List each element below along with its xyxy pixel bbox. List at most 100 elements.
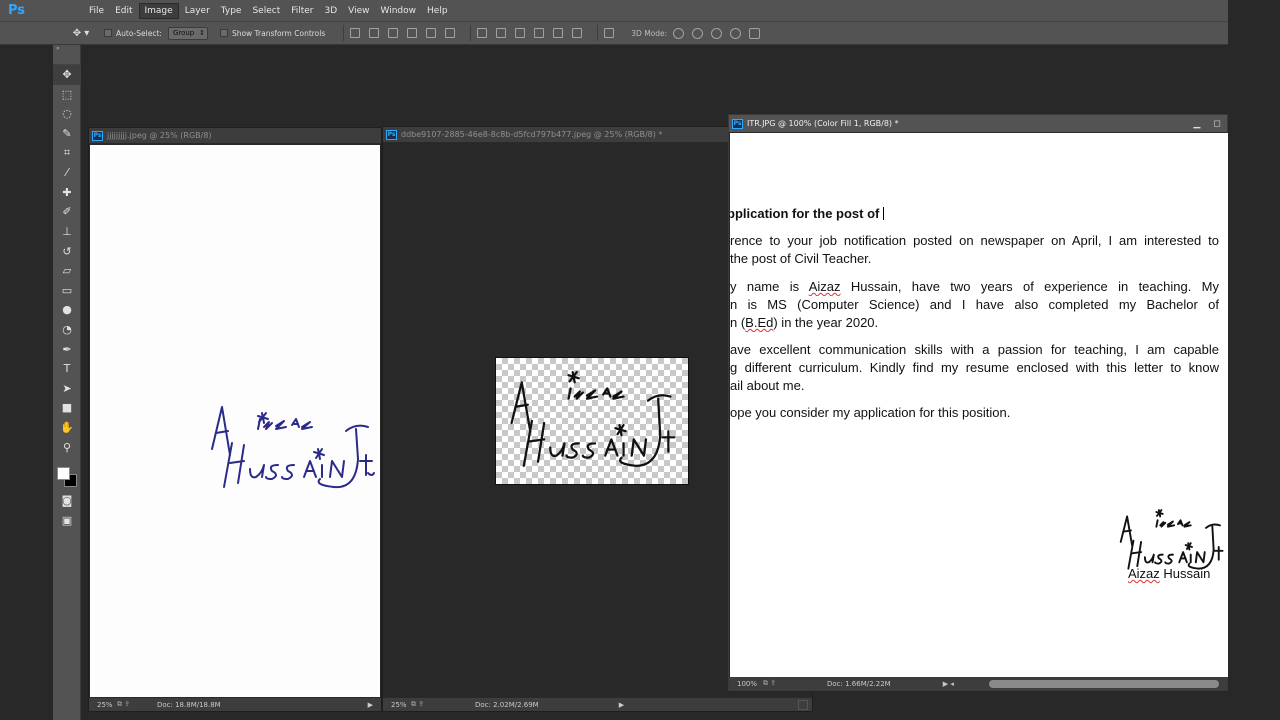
misspelled-word: Aizaz	[808, 279, 841, 294]
horizontal-scrollbar[interactable]	[989, 680, 1219, 688]
maximize-icon[interactable]: ◻	[1207, 117, 1227, 131]
hand-tool-icon[interactable]: ✋	[53, 418, 81, 438]
paragraph-4: ope you consider my application for this…	[730, 404, 1219, 422]
move-tool-preset-icon[interactable]: ✥ ▾	[66, 25, 96, 41]
menu-layer[interactable]: Layer	[180, 4, 215, 18]
status-menu-arrow-icon[interactable]: ▶	[368, 701, 373, 709]
eraser-tool-icon[interactable]: ▱	[53, 261, 81, 281]
distribute-right-icon[interactable]	[572, 28, 583, 38]
status-menu-arrow-icon[interactable]: ▶ ◂	[943, 680, 954, 688]
menu-help[interactable]: Help	[422, 4, 453, 18]
scroll-corner	[798, 699, 808, 710]
menu-window[interactable]: Window	[376, 4, 422, 18]
document-window-1[interactable]: Ps jjjjjjjjj.jpeg @ 25% (RGB/8) 25% ⧉ ⇪ …	[88, 127, 382, 712]
distribute-left-icon[interactable]	[534, 28, 545, 38]
window-controls: ▁ ◻	[1187, 117, 1227, 131]
document-tab-1[interactable]: Ps jjjjjjjjj.jpeg @ 25% (RGB/8)	[89, 128, 381, 144]
text-run: ) in the year 2020.	[773, 315, 879, 330]
quick-select-tool-icon[interactable]: ✎	[53, 124, 81, 144]
auto-select-dropdown[interactable]: Group ⇕	[167, 26, 208, 40]
menu-3d[interactable]: 3D	[320, 4, 343, 18]
blur-tool-icon[interactable]: ●	[53, 300, 81, 320]
zoom-level[interactable]: 100%	[729, 680, 757, 688]
menu-filter[interactable]: Filter	[286, 4, 318, 18]
options-bar: ✥ ▾ Auto-Select: Group ⇕ Show Transform C…	[0, 21, 1228, 45]
dodge-tool-icon[interactable]: ◔	[53, 320, 81, 340]
healing-brush-tool-icon[interactable]: ✚	[53, 183, 81, 203]
crop-tool-icon[interactable]: ⌗	[53, 143, 81, 163]
zoom-tool-icon[interactable]: ⚲	[53, 437, 81, 457]
pen-tool-icon[interactable]: ✒	[53, 339, 81, 359]
status-icons[interactable]: ⧉ ⇪	[763, 679, 787, 688]
status-bar: 100% ⧉ ⇪ Doc: 1.66M/2.22M ▶ ◂	[729, 676, 1227, 690]
document-tab-3[interactable]: Ps ITR.JPG @ 100% (Color Fill 1, RGB/8) …	[729, 115, 1227, 133]
brush-tool-icon[interactable]: ✐	[53, 202, 81, 222]
align-top-icon[interactable]	[350, 28, 361, 38]
text-cursor	[883, 207, 885, 220]
color-swatches[interactable]	[53, 457, 80, 491]
distribute-bottom-icon[interactable]	[515, 28, 526, 38]
right-panel-area	[1228, 0, 1280, 720]
auto-align-icon[interactable]	[604, 28, 615, 38]
menu-image[interactable]: Image	[138, 2, 179, 19]
divider	[343, 25, 345, 41]
transparent-canvas[interactable]	[495, 357, 689, 485]
quick-mask-icon[interactable]: ◙	[53, 491, 81, 511]
ps-file-icon: Ps	[732, 118, 743, 129]
doc-size: Doc: 2.02M/2.69M	[475, 700, 539, 709]
distribute-top-icon[interactable]	[477, 28, 488, 38]
status-menu-arrow-icon[interactable]: ▶	[619, 701, 624, 709]
history-brush-tool-icon[interactable]: ↺	[53, 241, 81, 261]
divider	[470, 25, 472, 41]
text-run: n (	[730, 315, 746, 330]
screen-mode-icon[interactable]: ▣	[53, 510, 81, 530]
align-vcenter-icon[interactable]	[369, 28, 380, 38]
align-bottom-icon[interactable]	[388, 28, 399, 38]
auto-select-checkbox[interactable]	[104, 29, 112, 37]
letter-subject[interactable]: pplication for the post of	[730, 206, 885, 221]
menu-file[interactable]: File	[84, 4, 109, 18]
paragraph-line: the post of Civil Teacher.	[730, 251, 872, 266]
paragraph-line: ope you consider my application for this…	[730, 405, 1011, 420]
foreground-color-swatch[interactable]	[57, 466, 70, 480]
3d-scale-icon[interactable]	[749, 27, 761, 39]
status-icons[interactable]: ⧉ ⇪	[117, 700, 141, 709]
3d-slide-icon[interactable]	[730, 27, 742, 39]
move-tool-icon[interactable]: ✥	[53, 65, 81, 85]
text-run: y name is	[730, 279, 809, 294]
lasso-tool-icon[interactable]: ◌	[53, 104, 81, 124]
panel-grip[interactable]: »	[53, 45, 80, 65]
menu-select[interactable]: Select	[247, 4, 285, 18]
paragraph-2: y name is Aizaz Hussain, have two years …	[730, 278, 1219, 332]
align-left-icon[interactable]	[407, 28, 418, 38]
doc-size: Doc: 18.8M/18.8M	[157, 700, 221, 709]
3d-rotate-icon[interactable]	[673, 27, 685, 39]
zoom-level[interactable]: 25%	[383, 701, 411, 709]
gradient-tool-icon[interactable]: ▭	[53, 281, 81, 301]
signature-name: Aizaz Hussain	[1128, 566, 1210, 581]
letter-canvas[interactable]: pplication for the post of rence to your…	[730, 133, 1228, 677]
3d-roll-icon[interactable]	[692, 27, 704, 39]
distribute-vcenter-icon[interactable]	[496, 28, 507, 38]
zoom-level[interactable]: 25%	[89, 701, 117, 709]
menu-type[interactable]: Type	[216, 4, 247, 18]
divider	[597, 25, 599, 41]
status-icons[interactable]: ⧉ ⇪	[411, 700, 435, 709]
menu-view[interactable]: View	[343, 4, 374, 18]
paragraph-line: n is MS (Computer Science) and I have al…	[730, 297, 1219, 312]
type-tool-icon[interactable]: T	[53, 359, 81, 379]
3d-pan-icon[interactable]	[711, 27, 723, 39]
minimize-icon[interactable]: ▁	[1187, 117, 1207, 131]
align-right-icon[interactable]	[445, 28, 456, 38]
clone-stamp-tool-icon[interactable]: ⊥	[53, 222, 81, 242]
path-select-tool-icon[interactable]: ➤	[53, 379, 81, 399]
eyedropper-tool-icon[interactable]: ⁄	[53, 163, 81, 183]
document-canvas[interactable]	[90, 145, 380, 697]
distribute-hcenter-icon[interactable]	[553, 28, 564, 38]
photoshop-app: Ps File Edit Image Layer Type Select Fil…	[0, 0, 1280, 720]
marquee-tool-icon[interactable]: ⬚	[53, 85, 81, 105]
rectangle-tool-icon[interactable]: ■	[53, 398, 81, 418]
menu-edit[interactable]: Edit	[110, 4, 137, 18]
transform-controls-checkbox[interactable]	[219, 29, 228, 37]
align-hcenter-icon[interactable]	[426, 28, 437, 38]
